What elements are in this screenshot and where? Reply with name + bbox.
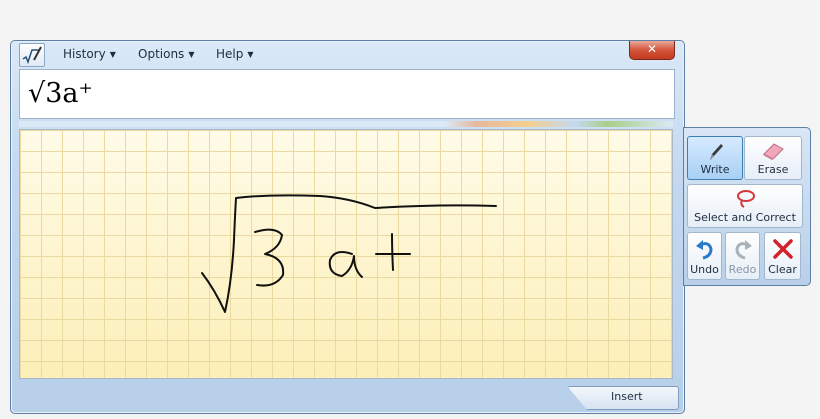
lasso-icon	[688, 189, 802, 212]
math-input-panel-window: History ▼ Options ▼ Help ▼ ✕ √3a⁺ Insert	[10, 40, 685, 414]
menu-help[interactable]: Help ▼	[216, 47, 254, 61]
tool-panel: Write Erase Select and Correct Undo Redo…	[683, 127, 811, 286]
chevron-down-icon: ▼	[188, 50, 195, 59]
preview-expression: √3a⁺	[28, 78, 93, 109]
handwritten-ink	[201, 194, 497, 313]
menu-history[interactable]: History ▼	[63, 47, 116, 61]
redo-icon	[726, 237, 759, 264]
erase-button[interactable]: Erase	[744, 136, 802, 180]
chevron-down-icon: ▼	[109, 50, 116, 59]
write-button[interactable]: Write	[687, 136, 743, 180]
math-input-app-icon[interactable]	[19, 43, 45, 67]
close-button[interactable]: ✕	[629, 41, 675, 60]
clear-button[interactable]: Clear	[764, 232, 801, 280]
redo-button[interactable]: Redo	[725, 232, 760, 280]
eraser-icon	[745, 141, 801, 164]
menu-options[interactable]: Options ▼	[138, 47, 194, 61]
close-icon: ✕	[646, 42, 658, 56]
undo-icon	[688, 237, 721, 264]
select-and-correct-button[interactable]: Select and Correct	[687, 184, 803, 228]
chevron-down-icon: ▼	[247, 50, 254, 59]
clear-x-icon	[765, 237, 800, 264]
panel-separator	[19, 121, 673, 127]
undo-button[interactable]: Undo	[687, 232, 722, 280]
recognized-math-preview: √3a⁺	[19, 69, 675, 119]
writing-canvas[interactable]	[19, 129, 673, 379]
insert-button-label: Insert	[611, 390, 643, 403]
